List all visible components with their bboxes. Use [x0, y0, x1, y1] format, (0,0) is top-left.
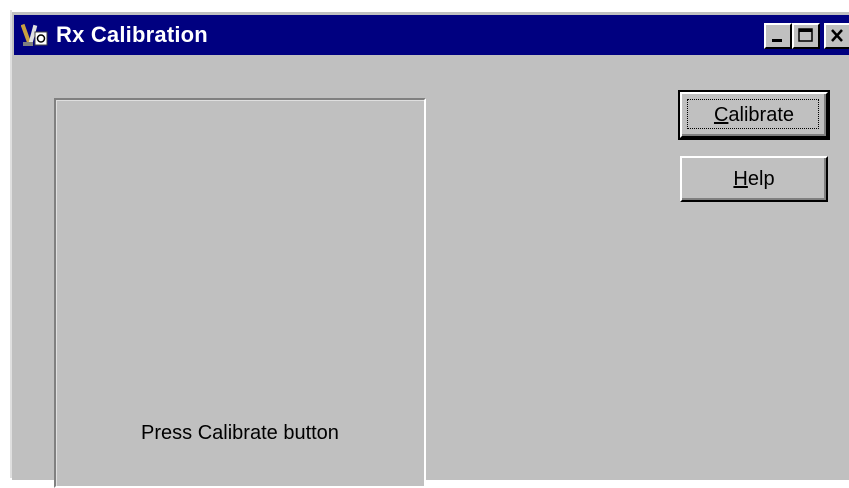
minimize-button[interactable]	[764, 23, 792, 49]
close-button[interactable]	[824, 23, 849, 49]
help-button-label: Help	[733, 168, 775, 190]
calibration-display-panel: Press Calibrate button	[54, 98, 426, 488]
title-bar[interactable]: Rx Calibration	[14, 15, 849, 55]
help-button[interactable]: Help	[680, 156, 828, 202]
calibrate-button-label: Calibrate	[713, 104, 795, 126]
calibrate-button[interactable]: Calibrate	[678, 90, 830, 140]
window-title: Rx Calibration	[56, 22, 208, 47]
calibration-tool-icon	[20, 22, 49, 48]
close-icon	[831, 29, 843, 42]
maximize-button[interactable]	[792, 23, 820, 49]
maximize-icon	[798, 28, 813, 42]
minimize-icon	[772, 39, 782, 42]
status-message: Press Calibrate button	[141, 422, 339, 444]
rx-calibration-window: Rx Calibration Press Calibrate button Ca…	[10, 10, 849, 488]
